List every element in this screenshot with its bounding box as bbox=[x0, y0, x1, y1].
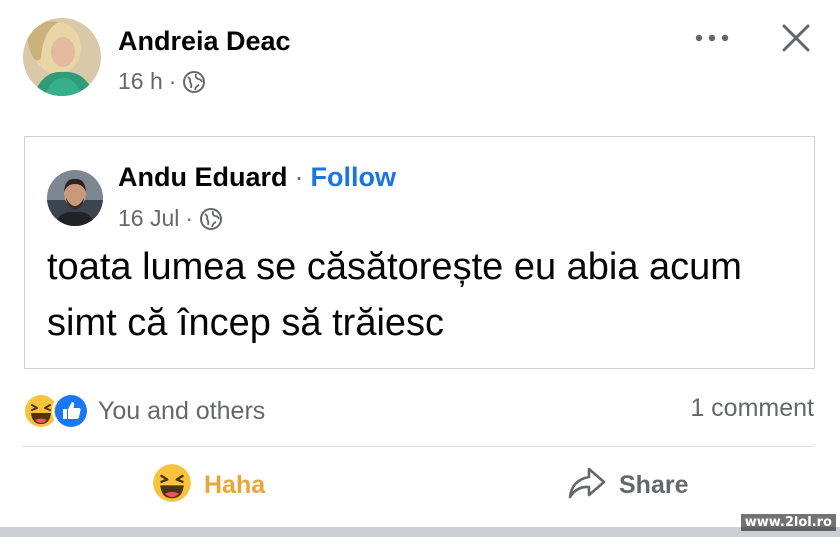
haha-icon bbox=[152, 463, 192, 508]
post-time[interactable]: 16 h bbox=[118, 68, 163, 95]
like-icon bbox=[52, 392, 90, 430]
meta-separator: · bbox=[168, 68, 177, 94]
share-icon bbox=[567, 466, 607, 505]
shared-author-name[interactable]: Andu Eduard bbox=[118, 162, 288, 193]
shared-post-meta: 16 Jul · bbox=[118, 205, 223, 232]
globe-icon bbox=[199, 207, 223, 231]
shared-author-row: Andu Eduard · Follow bbox=[118, 162, 396, 193]
follow-button[interactable]: Follow bbox=[311, 162, 396, 193]
reactions-summary[interactable]: You and others bbox=[22, 392, 265, 430]
haha-label: Haha bbox=[204, 471, 266, 499]
globe-icon bbox=[182, 70, 206, 94]
shared-author-avatar[interactable] bbox=[47, 170, 103, 226]
shared-post-date[interactable]: 16 Jul bbox=[118, 205, 179, 232]
share-button[interactable]: Share bbox=[567, 466, 688, 505]
shared-post-card[interactable]: Andu Eduard · Follow 16 Jul · toata lume… bbox=[24, 136, 815, 369]
comment-count[interactable]: 1 comment bbox=[690, 394, 814, 423]
post-meta: 16 h · bbox=[118, 68, 206, 95]
author-avatar[interactable] bbox=[23, 18, 101, 96]
close-button[interactable] bbox=[774, 18, 818, 62]
shared-post-text: toata lumea se căsătorește eu abia acum … bbox=[47, 246, 742, 344]
close-icon bbox=[780, 22, 812, 59]
watermark: www.2lol.ro bbox=[740, 514, 836, 531]
share-label: Share bbox=[619, 471, 689, 499]
shared-meta-separator: · bbox=[185, 205, 194, 231]
post-view: Andreia Deac 16 h · Andu Eduard · Follow… bbox=[0, 0, 840, 537]
post-author-name[interactable]: Andreia Deac bbox=[118, 26, 291, 57]
more-icon bbox=[694, 30, 730, 48]
reactions-text[interactable]: You and others bbox=[98, 397, 265, 426]
bottom-bar bbox=[0, 527, 840, 537]
more-options-button[interactable] bbox=[690, 22, 734, 56]
name-separator: · bbox=[294, 162, 304, 192]
divider bbox=[22, 446, 814, 447]
haha-reaction-button[interactable]: Haha bbox=[152, 463, 265, 508]
